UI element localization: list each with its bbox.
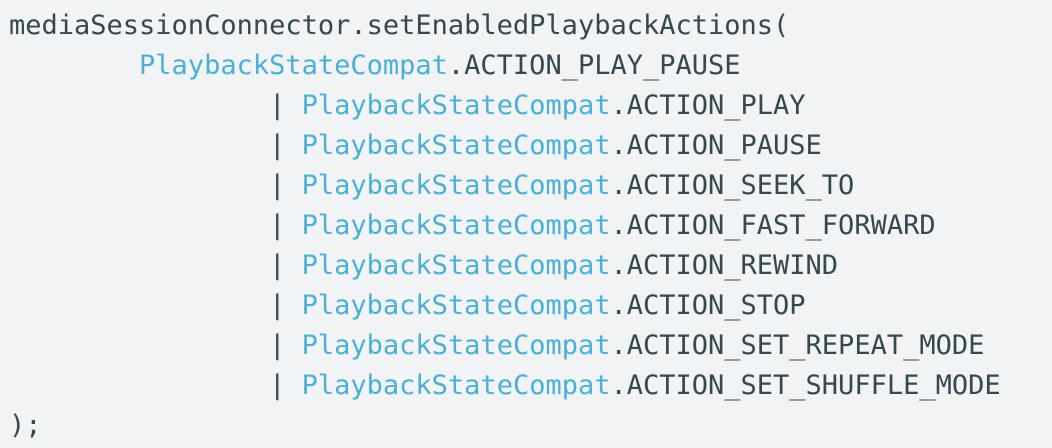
class-name: PlaybackStateCompat xyxy=(301,250,611,281)
class-name: PlaybackStateCompat xyxy=(301,330,611,361)
pipe-operator: | xyxy=(269,210,286,241)
pipe-operator: | xyxy=(269,90,286,121)
class-name: PlaybackStateCompat xyxy=(301,370,611,401)
code-line-action-play: | PlaybackStateCompat.ACTION_PLAY xyxy=(9,86,1052,126)
action-constant: .ACTION_SET_REPEAT_MODE xyxy=(610,330,985,361)
method-call-text: mediaSessionConnector.setEnabledPlayback… xyxy=(9,10,790,41)
code-line-method-call: mediaSessionConnector.setEnabledPlayback… xyxy=(9,6,1052,46)
pipe-operator: | xyxy=(269,250,286,281)
closing-paren: ); xyxy=(9,410,42,441)
action-constant: .ACTION_SEEK_TO xyxy=(610,170,855,201)
code-line-action-seek-to: | PlaybackStateCompat.ACTION_SEEK_TO xyxy=(9,166,1052,206)
code-block: mediaSessionConnector.setEnabledPlayback… xyxy=(0,0,1052,448)
class-name: PlaybackStateCompat xyxy=(139,50,448,81)
code-line-action-pause: | PlaybackStateCompat.ACTION_PAUSE xyxy=(9,126,1052,166)
class-name: PlaybackStateCompat xyxy=(301,170,611,201)
action-constant: .ACTION_PAUSE xyxy=(610,130,822,161)
class-name: PlaybackStateCompat xyxy=(301,130,611,161)
pipe-operator: | xyxy=(269,330,286,361)
action-constant: .ACTION_STOP xyxy=(610,290,806,321)
class-name: PlaybackStateCompat xyxy=(301,210,611,241)
action-constant: .ACTION_PLAY_PAUSE xyxy=(447,50,741,81)
pipe-operator: | xyxy=(269,290,286,321)
code-line-action-fast-forward: | PlaybackStateCompat.ACTION_FAST_FORWAR… xyxy=(9,206,1052,246)
action-constant: .ACTION_SET_SHUFFLE_MODE xyxy=(610,370,1001,401)
code-line-action-stop: | PlaybackStateCompat.ACTION_STOP xyxy=(9,286,1052,326)
code-line-closing: ); xyxy=(9,406,1052,446)
code-line-action-set-shuffle-mode: | PlaybackStateCompat.ACTION_SET_SHUFFLE… xyxy=(9,366,1052,406)
class-name: PlaybackStateCompat xyxy=(301,290,611,321)
action-constant: .ACTION_REWIND xyxy=(610,250,839,281)
pipe-operator: | xyxy=(269,170,286,201)
pipe-operator: | xyxy=(269,130,286,161)
code-line-action-play-pause: PlaybackStateCompat.ACTION_PLAY_PAUSE xyxy=(9,46,1052,86)
pipe-operator: | xyxy=(269,370,286,401)
action-constant: .ACTION_PLAY xyxy=(610,90,806,121)
code-line-action-set-repeat-mode: | PlaybackStateCompat.ACTION_SET_REPEAT_… xyxy=(9,326,1052,366)
action-constant: .ACTION_FAST_FORWARD xyxy=(610,210,936,241)
class-name: PlaybackStateCompat xyxy=(301,90,611,121)
code-line-action-rewind: | PlaybackStateCompat.ACTION_REWIND xyxy=(9,246,1052,286)
